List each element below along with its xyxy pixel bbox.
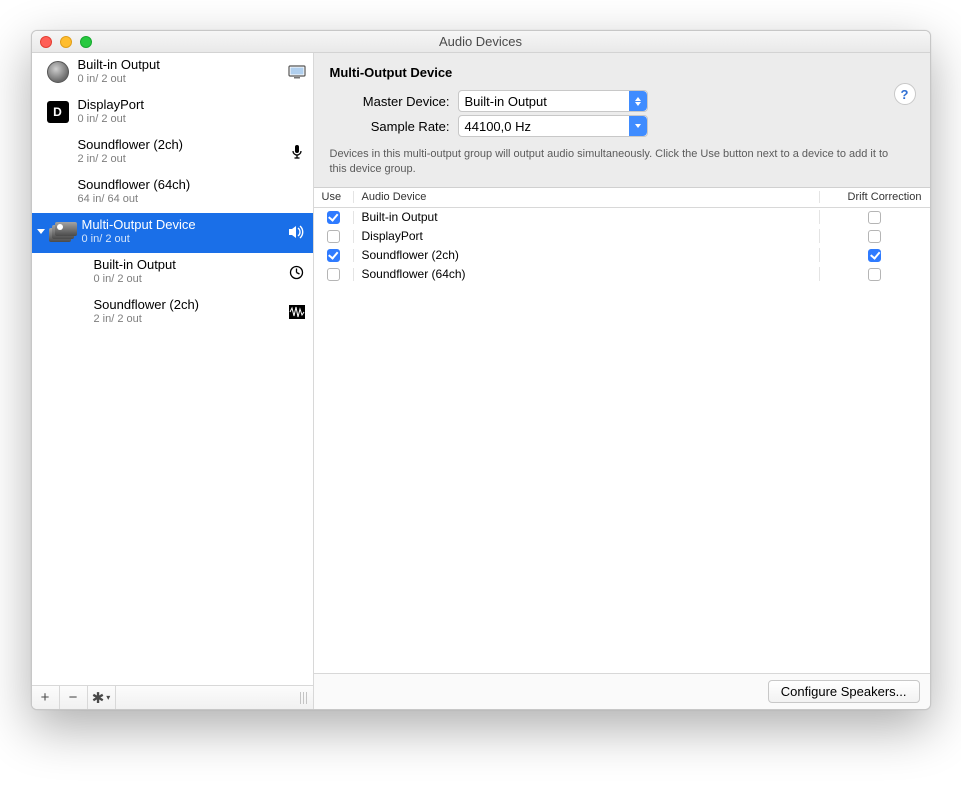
main-pane: Multi-Output Device Master Device: Built… bbox=[314, 53, 930, 709]
device-io: 2 in/ 2 out bbox=[94, 313, 287, 325]
master-device-select[interactable]: Built-in Output bbox=[458, 90, 648, 112]
device-row[interactable]: Soundflower (64ch) bbox=[314, 265, 930, 284]
device-list[interactable]: Built-in Output0 in/ 2 outDDisplayPort0 … bbox=[32, 53, 313, 685]
device-name: Multi-Output Device bbox=[82, 217, 287, 232]
speaker-icon bbox=[47, 61, 69, 83]
main-footer: Configure Speakers... bbox=[314, 673, 930, 709]
device-name: Built-in Output bbox=[94, 257, 287, 272]
drift-checkbox[interactable] bbox=[868, 268, 881, 281]
device-io: 0 in/ 2 out bbox=[78, 73, 287, 85]
multi-output-icon bbox=[49, 222, 75, 242]
row-device-name: Built-in Output bbox=[354, 210, 820, 224]
device-sidebar: Built-in Output0 in/ 2 outDDisplayPort0 … bbox=[32, 53, 314, 709]
sidebar-footer: + − ✱ bbox=[32, 685, 313, 709]
device-name: Soundflower (2ch) bbox=[78, 137, 287, 152]
sidebar-item-multi-output-device[interactable]: Multi-Output Device0 in/ 2 out bbox=[32, 213, 313, 253]
master-device-value: Built-in Output bbox=[465, 94, 547, 109]
device-io: 64 in/ 64 out bbox=[78, 193, 287, 205]
sidebar-item-built-in-output[interactable]: Built-in Output0 in/ 2 out bbox=[32, 53, 313, 93]
displayport-icon: D bbox=[47, 101, 69, 123]
device-row[interactable]: DisplayPort bbox=[314, 227, 930, 246]
clock-icon bbox=[289, 265, 304, 280]
titlebar: Audio Devices bbox=[32, 31, 930, 53]
master-device-label: Master Device: bbox=[330, 94, 450, 109]
disclosure-triangle-icon[interactable] bbox=[34, 217, 48, 245]
device-table-body: Built-in Output DisplayPort Soundflower (2… bbox=[314, 208, 930, 673]
help-button[interactable]: ? bbox=[894, 83, 916, 105]
select-chevron-icon bbox=[629, 116, 647, 136]
sidebar-item-displayport[interactable]: D DisplayPort0 in/ 2 out bbox=[32, 93, 313, 133]
hint-text: Devices in this multi-output group will … bbox=[330, 147, 890, 177]
use-checkbox[interactable] bbox=[327, 268, 340, 281]
volume-icon bbox=[288, 225, 306, 239]
device-io: 0 in/ 2 out bbox=[82, 233, 287, 245]
sidebar-item-soundflower-2ch-[interactable]: Soundflower (2ch)2 in/ 2 out bbox=[32, 293, 313, 333]
sample-rate-select[interactable]: 44100,0 Hz bbox=[458, 115, 648, 137]
sidebar-item-soundflower-2ch-[interactable]: Soundflower (2ch)2 in/ 2 out bbox=[32, 133, 313, 173]
device-title: Multi-Output Device bbox=[330, 65, 914, 80]
drift-checkbox[interactable] bbox=[868, 211, 881, 224]
use-checkbox[interactable] bbox=[327, 249, 340, 262]
device-io: 2 in/ 2 out bbox=[78, 153, 287, 165]
row-device-name: Soundflower (64ch) bbox=[354, 267, 820, 281]
drift-checkbox[interactable] bbox=[868, 230, 881, 243]
device-name: Soundflower (2ch) bbox=[94, 297, 287, 312]
use-checkbox[interactable] bbox=[327, 230, 340, 243]
use-checkbox[interactable] bbox=[327, 211, 340, 224]
row-device-name: Soundflower (2ch) bbox=[354, 248, 820, 262]
device-header: Multi-Output Device Master Device: Built… bbox=[314, 53, 930, 188]
sample-rate-value: 44100,0 Hz bbox=[465, 119, 532, 134]
waveform-icon bbox=[289, 305, 305, 319]
gear-menu-button[interactable]: ✱ bbox=[88, 686, 116, 709]
select-stepper-icon bbox=[629, 91, 647, 111]
audio-devices-window: Audio Devices Built-in Output0 in/ 2 out… bbox=[31, 30, 931, 710]
device-name: DisplayPort bbox=[78, 97, 287, 112]
remove-device-button[interactable]: − bbox=[60, 686, 88, 709]
sidebar-item-soundflower-64ch-[interactable]: Soundflower (64ch)64 in/ 64 out bbox=[32, 173, 313, 213]
device-io: 0 in/ 2 out bbox=[94, 273, 287, 285]
device-row[interactable]: Built-in Output bbox=[314, 208, 930, 227]
col-drift-correction[interactable]: Drift Correction bbox=[820, 191, 930, 203]
row-device-name: DisplayPort bbox=[354, 229, 820, 243]
window-title: Audio Devices bbox=[32, 34, 930, 49]
device-name: Built-in Output bbox=[78, 57, 287, 72]
device-table-header: Use Audio Device Drift Correction bbox=[314, 188, 930, 208]
col-audio-device[interactable]: Audio Device bbox=[354, 191, 820, 203]
microphone-icon bbox=[291, 144, 303, 160]
resize-grip-icon[interactable] bbox=[295, 686, 313, 709]
sidebar-item-built-in-output[interactable]: Built-in Output0 in/ 2 out bbox=[32, 253, 313, 293]
drift-checkbox[interactable] bbox=[868, 249, 881, 262]
device-row[interactable]: Soundflower (2ch) bbox=[314, 246, 930, 265]
add-device-button[interactable]: + bbox=[32, 686, 60, 709]
col-use[interactable]: Use bbox=[314, 191, 354, 203]
configure-speakers-button[interactable]: Configure Speakers... bbox=[768, 680, 920, 703]
display-icon bbox=[288, 65, 306, 79]
device-io: 0 in/ 2 out bbox=[78, 113, 287, 125]
device-name: Soundflower (64ch) bbox=[78, 177, 287, 192]
sample-rate-label: Sample Rate: bbox=[330, 119, 450, 134]
